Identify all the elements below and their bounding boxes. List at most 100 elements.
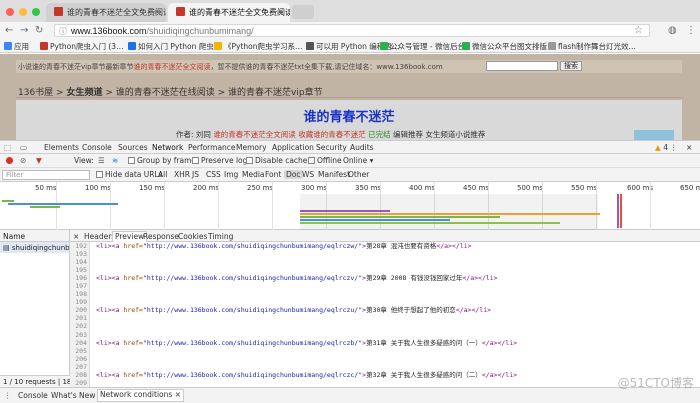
devtools-tabbar: ⬚ ▭ Elements Console Sources Network Per… [0, 140, 700, 156]
drawer-tab-network-conditions[interactable]: Network conditions × [97, 389, 184, 402]
devtools-tab-application[interactable]: Application [272, 143, 314, 152]
drawer-menu-icon[interactable]: ⋮ [4, 391, 12, 400]
breadcrumb-home[interactable]: 136书屋 [18, 88, 53, 98]
maximize-window-button[interactable] [32, 8, 40, 16]
detail-tab-preview[interactable]: Preview [112, 231, 148, 242]
network-filter-input[interactable]: Filter [2, 170, 90, 180]
browser-tab-1[interactable]: 谁的青春不迷茫全文免费阅读-迷 × [46, 3, 166, 22]
menu-icon[interactable]: ⋮ [686, 25, 696, 36]
detail-tab-headers[interactable]: Headers [84, 232, 115, 241]
filter-other[interactable]: Other [348, 170, 369, 179]
close-tab-icon[interactable]: × [277, 7, 284, 16]
preserve-log-checkbox[interactable]: Preserve log [192, 156, 247, 165]
devtools-tab-performance[interactable]: Performance [188, 143, 236, 152]
timeline-gridline [650, 182, 651, 230]
filter-css[interactable]: CSS [206, 170, 221, 179]
site-info-icon[interactable]: ⓘ [59, 26, 67, 37]
hide-data-urls-checkbox[interactable]: Hide data URLs [96, 170, 163, 179]
drawer-tab-whats-new[interactable]: What's New [51, 391, 95, 400]
filter-manifest[interactable]: Manifest [318, 170, 350, 179]
overview-icon[interactable]: ≋ [112, 156, 118, 165]
devtools-tab-network[interactable]: Network [149, 143, 186, 156]
close-window-button[interactable] [6, 8, 14, 16]
close-tab-icon[interactable]: × [175, 390, 181, 399]
checkbox-icon [192, 157, 199, 164]
notice-link[interactable]: 谁的青春不迷茫全文阅读 [134, 63, 211, 71]
timeline-gridline [272, 182, 273, 230]
devtools-tab-audits[interactable]: Audits [350, 143, 374, 152]
detail-tab-timing[interactable]: Timing [208, 232, 233, 241]
address-bar[interactable]: ⓘ www.136book.com/shuidiqingchunbumimang… [54, 24, 650, 37]
drawer-tab-console[interactable]: Console [18, 391, 48, 400]
bookmark-item[interactable]: 微信公众平台图文排版… [462, 41, 555, 52]
filter-all[interactable]: All [158, 170, 167, 179]
omnibar: ← → ↻ ⓘ www.136book.com/shuidiqingchunbu… [0, 22, 700, 39]
filter-funnel-icon[interactable]: ▼ [36, 156, 42, 165]
large-rows-icon[interactable]: ☰ [98, 156, 105, 165]
detail-tab-cookies[interactable]: Cookies [178, 232, 207, 241]
devtools-menu-icon[interactable]: ⋮ [670, 143, 678, 152]
request-detail: × Headers Preview Response Cookies Timin… [70, 230, 700, 387]
filter-ws[interactable]: WS [302, 170, 314, 179]
bookmark-item[interactable]: 《Python爬虫学习系… [214, 41, 303, 52]
throttle-select[interactable]: Online ▾ [343, 156, 373, 165]
forward-icon[interactable]: → [20, 25, 28, 36]
devtools-close-icon[interactable]: × [686, 143, 692, 152]
breadcrumb-read[interactable]: 谁的青春不迷茫在线阅读 [116, 88, 215, 98]
reload-icon[interactable]: ↻ [35, 25, 43, 36]
devtools-tab-sources[interactable]: Sources [118, 143, 148, 152]
source-line: <li><a href="http://www.136book.com/shui… [96, 338, 518, 347]
clear-icon[interactable]: ⊘ [20, 156, 26, 165]
record-button[interactable] [6, 157, 13, 164]
filter-js[interactable]: JS [192, 170, 199, 179]
bookmark-item[interactable]: flash制作舞台灯光效… [548, 41, 636, 52]
devtools-tab-security[interactable]: Security [316, 143, 347, 152]
filter-xhr[interactable]: XHR [174, 170, 190, 179]
devtools-tab-memory[interactable]: Memory [236, 143, 267, 152]
extension-icon[interactable]: ◍ [668, 25, 677, 36]
filter-font[interactable]: Font [265, 170, 281, 179]
bookmark-apps[interactable]: 应用 [4, 41, 29, 52]
request-summary: 1 / 10 requests | 18… [0, 375, 70, 387]
book-meta-links[interactable]: 谁的青春不迷茫全文阅读 收藏谁的青春不迷茫 [213, 130, 365, 139]
inspect-element-icon[interactable]: ⬚ [4, 143, 11, 152]
site-search-input[interactable] [486, 61, 558, 71]
device-toolbar-icon[interactable]: ▭ [20, 143, 27, 152]
waterfall-bar [300, 213, 600, 215]
timeline-gridline [218, 182, 219, 230]
back-icon[interactable]: ← [5, 25, 13, 36]
line-number: 201 [75, 314, 87, 323]
network-overview-timeline[interactable]: 50 ms 100 ms 150 ms 200 ms 250 ms 300 ms… [0, 182, 700, 230]
warning-count[interactable]: ▲ 4 [655, 143, 668, 152]
name-column-header[interactable]: Name [0, 230, 69, 242]
timeline-tick: 200 ms [193, 184, 220, 192]
close-tab-icon[interactable]: × [153, 7, 160, 16]
offline-checkbox[interactable]: Offline [308, 156, 342, 165]
bookmark-item[interactable]: Python爬虫入门 (3… [40, 41, 124, 52]
browser-tab-2[interactable]: 谁的青春不迷茫全文免费阅读-迷 × [168, 3, 290, 22]
request-row[interactable]: ▤ shuidiqingchunbumim… [0, 242, 69, 253]
devtools-tab-elements[interactable]: Elements [44, 143, 79, 152]
disable-cache-checkbox[interactable]: Disable cache [246, 156, 307, 165]
site-search-button[interactable]: 搜索 [560, 61, 582, 71]
minimize-window-button[interactable] [19, 8, 27, 16]
book-status: 已完结 [368, 130, 391, 139]
breadcrumb-category[interactable]: 女生频道 [66, 88, 102, 98]
bookmark-item[interactable]: 公众号管理 - 微信后台 [380, 41, 465, 52]
detail-tab-response[interactable]: Response [143, 232, 179, 241]
bookmark-item[interactable]: 如何入门 Python 爬虫… [128, 41, 221, 52]
bookmark-star-icon[interactable]: ☆ [634, 25, 643, 36]
close-detail-icon[interactable]: × [73, 232, 79, 241]
line-number: 194 [75, 258, 87, 267]
preview-source[interactable]: 192 193 194 195 196 197 198 199 200 201 202 203 204 2… [70, 242, 700, 387]
checkbox-icon [308, 157, 315, 164]
source-line: <li><a href="http://www.136book.com/shui… [96, 370, 518, 379]
devtools-tab-console[interactable]: Console [82, 143, 112, 152]
new-tab-button[interactable] [292, 5, 314, 19]
group-by-frame-checkbox[interactable]: Group by frame [128, 156, 196, 165]
filter-doc[interactable]: Doc [284, 170, 303, 179]
source-line [96, 322, 696, 330]
filter-media[interactable]: Media [242, 170, 265, 179]
timeline-selection[interactable] [300, 194, 598, 230]
filter-img[interactable]: Img [224, 170, 238, 179]
